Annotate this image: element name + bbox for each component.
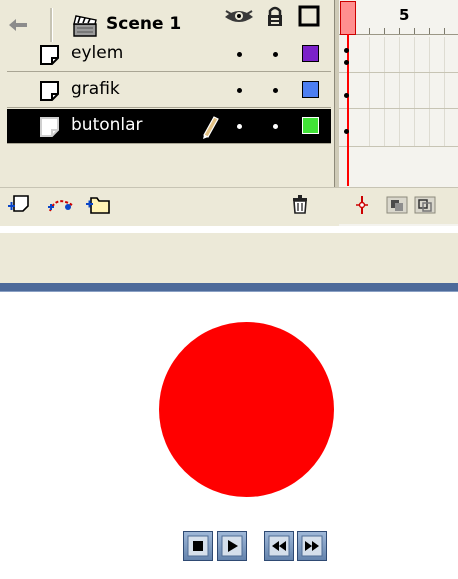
layer-name: eylem: [71, 43, 124, 63]
layer-list: eylem grafik butonlar: [0, 37, 334, 147]
keyframe-grafik[interactable]: [344, 93, 349, 98]
lock-dot[interactable]: [273, 88, 278, 93]
edit-bar-separator: [50, 8, 53, 42]
back-arrow-icon[interactable]: [8, 18, 28, 32]
play-icon: [221, 535, 243, 557]
rewind-button[interactable]: [264, 531, 294, 561]
trash-icon[interactable]: [290, 193, 310, 215]
clapperboard-icon: [73, 15, 97, 37]
layer-color-swatch[interactable]: [302, 81, 319, 98]
lock-dot[interactable]: [273, 52, 278, 57]
layer-icon: [40, 45, 59, 65]
onion-skin-icon[interactable]: [385, 194, 409, 216]
playhead[interactable]: [340, 1, 356, 35]
layer-name: grafik: [71, 79, 120, 99]
timeline-toolbar: [0, 187, 458, 224]
pencil-icon: [203, 116, 219, 139]
stop-icon: [187, 535, 209, 557]
layer-name: butonlar: [71, 115, 143, 135]
onion-skin-outlines-icon[interactable]: [413, 194, 437, 216]
red-circle-shape[interactable]: [159, 322, 334, 497]
keyframe-butonlar[interactable]: [344, 129, 349, 134]
fast-forward-button[interactable]: [297, 531, 327, 561]
scene-label[interactable]: Scene 1: [106, 14, 181, 34]
ruler-frame-label: 5: [399, 6, 410, 24]
visibility-dot[interactable]: [237, 52, 242, 57]
lock-icon[interactable]: [265, 5, 285, 27]
keyframe-eylem-action[interactable]: [344, 60, 349, 65]
layer-color-swatch[interactable]: [302, 45, 319, 62]
play-button[interactable]: [217, 531, 247, 561]
visibility-dot[interactable]: [237, 124, 242, 129]
insert-folder-icon[interactable]: [84, 192, 112, 216]
center-frame-icon[interactable]: [352, 194, 372, 216]
edit-bar: [0, 233, 458, 283]
stop-button[interactable]: [183, 531, 213, 561]
rewind-icon: [268, 535, 290, 557]
layer-icon: [40, 117, 59, 137]
insert-layer-icon[interactable]: [6, 193, 32, 215]
layer-color-swatch[interactable]: [302, 117, 319, 134]
layer-icon: [40, 81, 59, 101]
layer-row-grafik[interactable]: grafik: [7, 73, 331, 108]
stage-divider: [0, 283, 458, 292]
keyframe-eylem[interactable]: [344, 48, 349, 53]
playhead-line: [347, 34, 349, 186]
outline-icon[interactable]: [298, 5, 320, 27]
frame-ruler[interactable]: 5: [339, 0, 458, 35]
fast-forward-icon: [301, 535, 323, 557]
visibility-dot[interactable]: [237, 88, 242, 93]
layer-row-butonlar[interactable]: butonlar: [7, 109, 331, 144]
add-motion-guide-icon[interactable]: [46, 193, 76, 215]
lock-dot[interactable]: [273, 124, 278, 129]
layer-row-eylem[interactable]: eylem: [7, 37, 331, 72]
eye-icon[interactable]: [223, 5, 255, 27]
